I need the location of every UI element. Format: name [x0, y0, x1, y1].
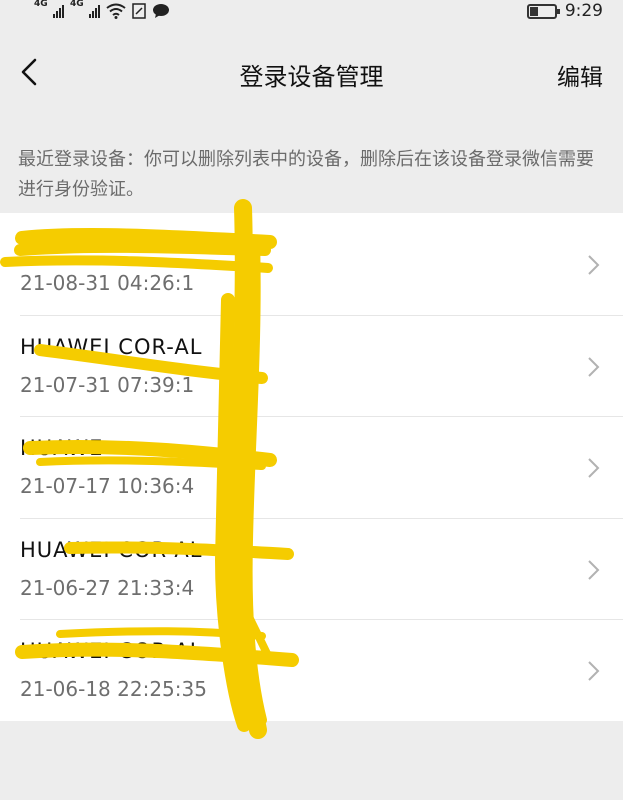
- device-name: HUAWE: [20, 436, 104, 461]
- chevron-right-icon: [588, 661, 600, 682]
- notification-app-icon: [132, 3, 146, 19]
- hint-text: 最近登录设备：你可以删除列表中的设备，删除后在该设备登录微信需要进行身份验证。: [18, 149, 594, 200]
- message-icon: [153, 4, 169, 18]
- back-arrow-icon[interactable]: [16, 56, 44, 88]
- clock: 9:29: [564, 1, 603, 21]
- device-item[interactable]: HUAWE 21-07-17 10:36:4: [0, 416, 623, 518]
- chevron-right-icon: [588, 560, 600, 580]
- device-list: H 21-08-31 04:26:1 HUAWEI COR-AL 21-07-3…: [0, 213, 623, 721]
- device-item[interactable]: HUAWEI COR-AL 21-06-27 21:33:4: [0, 517, 623, 620]
- device-name: HUAWEI COR-AL: [20, 639, 203, 664]
- device-name: HUAWEI COR-AL: [20, 334, 203, 359]
- device-login-time: 21-06-18 22:25:35: [20, 677, 207, 702]
- edit-button[interactable]: 编辑: [557, 58, 603, 92]
- status-bar: 4G 4G 9:29: [0, 0, 623, 22]
- wifi-icon: [106, 3, 126, 19]
- cellular-signal-icon: 4G: [34, 0, 64, 20]
- chevron-right-icon: [588, 458, 600, 478]
- page-title: 登录设备管理: [239, 62, 384, 91]
- battery-icon: [526, 3, 560, 19]
- device-name: HUAWEI COR-AL: [20, 537, 203, 562]
- chevron-right-icon: [588, 255, 600, 275]
- navigation-bar: 登录设备管理 编辑: [0, 34, 623, 114]
- network-type-label-2: 4G: [70, 0, 84, 9]
- network-type-label: 4G: [34, 0, 48, 9]
- device-item[interactable]: H 21-08-31 04:26:1: [0, 213, 623, 315]
- device-login-time: 21-08-31 04:26:1: [20, 271, 195, 295]
- device-name: H: [20, 233, 37, 257]
- device-login-time: 21-07-31 07:39:1: [20, 372, 195, 397]
- device-login-time: 21-07-17 10:36:4: [20, 474, 195, 499]
- cellular-signal-icon-2: 4G: [70, 0, 100, 20]
- device-login-time: 21-06-27 21:33:4: [20, 575, 195, 600]
- status-icons: 4G 4G: [34, 0, 170, 22]
- status-right: 9:29: [526, 1, 603, 21]
- chevron-right-icon: [588, 356, 600, 377]
- device-item[interactable]: HUAWEI COR-AL 21-07-31 07:39:1: [0, 314, 623, 417]
- device-item[interactable]: HUAWEI COR-AL 21-06-18 22:25:35: [0, 619, 623, 721]
